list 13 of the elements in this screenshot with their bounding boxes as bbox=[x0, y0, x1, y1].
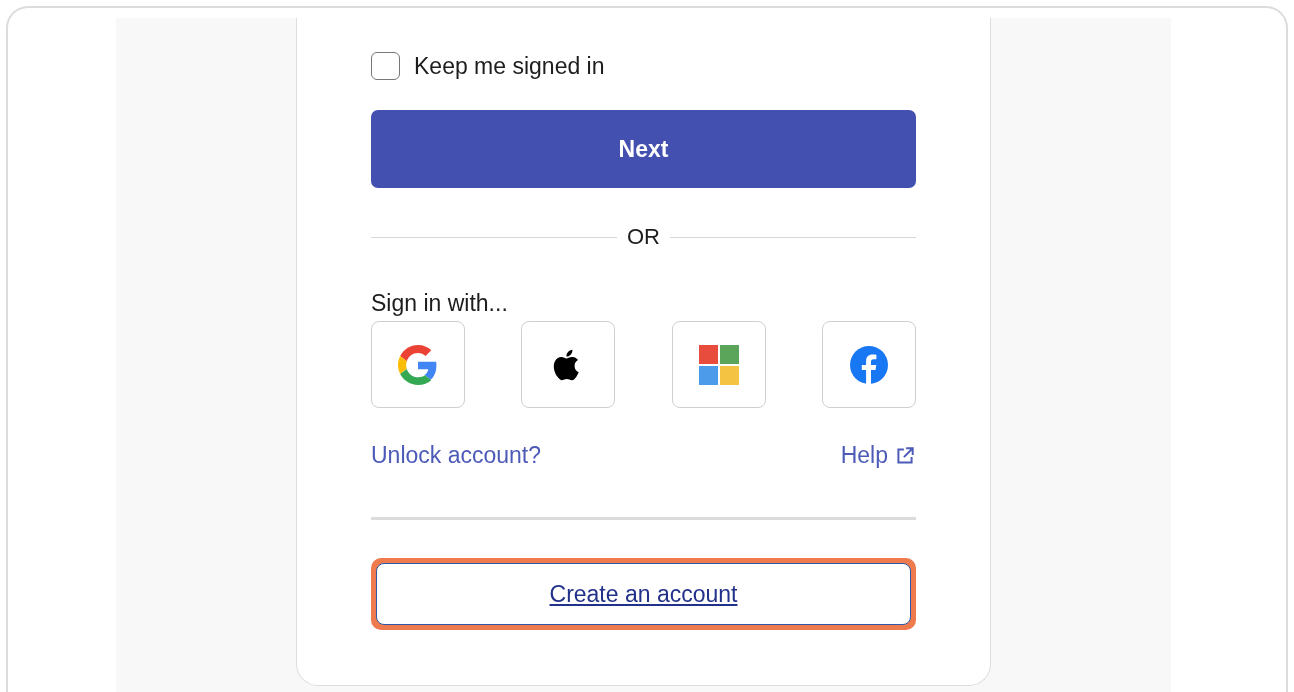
unlock-account-link[interactable]: Unlock account? bbox=[371, 442, 542, 469]
checkbox[interactable] bbox=[371, 52, 400, 80]
sign-in-with-label: Sign in with... bbox=[371, 290, 509, 317]
external-link-icon bbox=[894, 444, 916, 467]
facebook-f-icon bbox=[849, 344, 889, 385]
checkbox-label: Keep me signed in bbox=[414, 52, 605, 80]
help-link[interactable]: Help bbox=[840, 442, 916, 469]
divider-text: OR bbox=[627, 224, 660, 250]
social-sign-in-button[interactable] bbox=[521, 321, 616, 408]
four-squares-icon bbox=[698, 344, 739, 385]
create-account-button[interactable]: Create an account bbox=[376, 563, 911, 625]
next-button[interactable]: Next bbox=[371, 110, 916, 188]
google-g-icon bbox=[398, 344, 438, 385]
